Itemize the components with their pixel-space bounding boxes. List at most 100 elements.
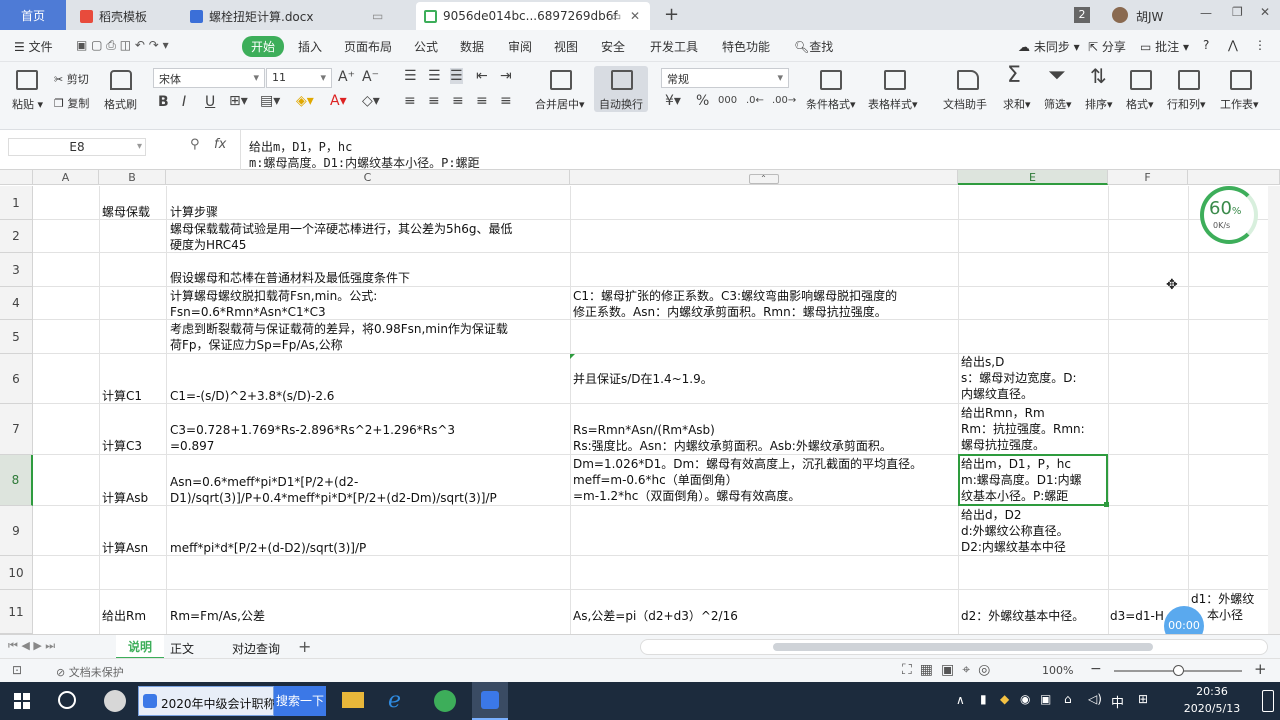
align-right-icon[interactable]: ≡ <box>452 93 464 109</box>
help-button[interactable]: ? <box>1203 38 1209 52</box>
align-bottom-icon[interactable]: ☰ <box>450 68 463 84</box>
taskbar-search-button[interactable]: 搜索一下 <box>274 686 326 716</box>
font-color-icon[interactable]: A▾ <box>330 93 347 109</box>
align-top-icon[interactable]: ☰ <box>404 68 417 84</box>
menu-data[interactable]: 数据 <box>460 38 484 55</box>
vertical-scrollbar[interactable] <box>1268 186 1280 634</box>
zoom-out-icon[interactable]: − <box>1090 661 1102 677</box>
cell-e8-line3[interactable]: 纹基本小径。P:螺距 <box>961 488 1068 504</box>
cell-e9-line2[interactable]: d:外螺纹公称直径。 <box>961 523 1069 539</box>
row-header-9[interactable]: 9 <box>0 506 33 556</box>
sum-button[interactable]: 求和▾ <box>1003 96 1031 112</box>
timer-bubble[interactable]: 00:00 <box>1164 606 1204 634</box>
horizontal-scrollbar[interactable] <box>640 639 1268 655</box>
file-explorer-icon[interactable] <box>342 692 364 708</box>
paste-icon[interactable] <box>16 70 38 90</box>
cell-d8-line3[interactable]: =m-1.2*hc（双面倒角）。螺母有效高度。 <box>573 488 800 504</box>
border-icon[interactable]: ⊞▾ <box>229 93 248 109</box>
menu-page-layout[interactable]: 页面布局 <box>344 38 392 55</box>
cell-c8-line2[interactable]: D1)/sqrt(3)]/P+0.4*meff*pi*D*[P/2+(d2-Dm… <box>170 490 497 506</box>
close-icon[interactable]: ✕ <box>630 9 640 23</box>
volume-icon[interactable]: ◁) <box>1088 692 1102 706</box>
cell-c11[interactable]: Rm=Fm/As,公差 <box>170 608 265 624</box>
worksheet-button[interactable]: 工作表▾ <box>1220 96 1259 112</box>
formula-input[interactable]: 给出m，D1，P，hc m:螺母高度。D1:内螺纹基本小径。P:螺距 <box>240 130 1280 170</box>
copy-button[interactable]: ❐ 复制 <box>54 95 89 111</box>
maximize-icon[interactable]: ❐ <box>1232 5 1243 19</box>
cell-c5-line1[interactable]: 考虑到断裂载荷与保证载荷的差异，将0.98Fsn,min作为保证载 <box>170 321 508 337</box>
row-header-6[interactable]: 6 <box>0 354 33 404</box>
share-button[interactable]: ⇱ 分享 <box>1088 38 1126 55</box>
ie-icon[interactable]: ℯ <box>388 688 401 713</box>
cell-d4-line1[interactable]: C1：螺母扩张的修正系数。C3:螺纹弯曲影响螺母脱扣强度的 <box>573 288 897 304</box>
indent-decrease-icon[interactable]: ⇤ <box>476 68 488 84</box>
cell-e7-line1[interactable]: 给出Rmn，Rm <box>961 405 1045 421</box>
decrease-decimal-icon[interactable]: .00→ <box>772 93 796 109</box>
menu-review[interactable]: 审阅 <box>508 38 532 55</box>
quick-access-icons[interactable]: ▣ ▢ ⎙ ◫ ↶ ↷ ▾ <box>76 38 169 53</box>
search-command[interactable]: 🔍︎查找 <box>794 38 833 55</box>
align-middle-icon[interactable]: ☰ <box>428 68 441 84</box>
row-header-7[interactable]: 7 <box>0 404 33 455</box>
zoom-slider-thumb[interactable] <box>1173 665 1184 676</box>
file-menu[interactable]: ☰ 文件 <box>14 38 53 55</box>
cell-e6-line1[interactable]: 给出s,D <box>961 354 1004 370</box>
cell-d4-line2[interactable]: 修正系数。Asn：内螺纹承剪面积。Rmn：螺母抗拉强度。 <box>573 304 887 320</box>
italic-icon[interactable]: I <box>182 94 186 110</box>
mic-icon[interactable]: ▮ <box>980 692 987 706</box>
fx-icon[interactable]: fx <box>214 137 226 152</box>
cell-e6-line3[interactable]: 内螺纹直径。 <box>961 386 1033 402</box>
zoom-in-icon[interactable]: + <box>1254 660 1267 678</box>
collapse-ribbon-icon[interactable]: ⋀ <box>1228 38 1238 52</box>
cell-e8-line1[interactable]: 给出m，D1，P，hc <box>961 456 1071 472</box>
cell-c1[interactable]: 计算步骤 <box>170 204 218 220</box>
monitor-icon[interactable]: ▭ <box>372 9 383 23</box>
zoom-formula-icon[interactable]: ⚲ <box>190 137 200 152</box>
cell-c5-line2[interactable]: 荷Fp，保证应力Sp=Fp/As,公称 <box>170 337 343 353</box>
cell-d8-line2[interactable]: meff=m-0.6*hc（单面倒角） <box>573 472 738 488</box>
indent-increase-icon[interactable]: ⇥ <box>500 68 512 84</box>
close-window-icon[interactable]: ✕ <box>1260 5 1270 19</box>
row-header-11[interactable]: 11 <box>0 590 33 634</box>
table-style-icon[interactable] <box>884 70 906 90</box>
sort-icon[interactable]: ⇅ <box>1090 66 1107 86</box>
name-box[interactable]: E8 ▾ <box>8 138 146 156</box>
cell-b6[interactable]: 计算C1 <box>102 388 142 404</box>
wps-taskbar-button[interactable] <box>472 682 508 720</box>
tray-app-icon[interactable]: ◆ <box>1000 692 1009 706</box>
cell-c7-line1[interactable]: C3=0.728+1.769*Rs-2.896*Rs^2+1.296*Rs^3 <box>170 422 455 438</box>
worksheet-icon[interactable] <box>1230 70 1252 90</box>
cell-c3[interactable]: 假设螺母和芯棒在普通材料及最低强度条件下 <box>170 270 410 286</box>
row-header-5[interactable]: 5 <box>0 320 33 354</box>
cell-e8-line2[interactable]: m:螺母高度。D1:内螺 <box>961 472 1082 488</box>
thousands-icon[interactable]: 000 <box>718 93 737 109</box>
column-header-e[interactable]: E <box>958 170 1108 185</box>
column-header-g[interactable] <box>1188 170 1280 185</box>
format-icon[interactable] <box>1130 70 1152 90</box>
menu-insert[interactable]: 插入 <box>298 38 322 55</box>
fill-handle[interactable] <box>1104 502 1109 507</box>
menu-home[interactable]: 开始 <box>242 36 285 57</box>
search-circle-icon[interactable] <box>58 691 76 709</box>
cell-d6[interactable]: 并且保证s/D在1.4~1.9。 <box>573 371 713 387</box>
cell-c4-line1[interactable]: 计算螺母螺纹脱扣载荷Fsn,min。公式: <box>170 288 377 304</box>
select-all-corner[interactable] <box>0 170 33 185</box>
merge-center-button[interactable]: 合并居中▾ <box>535 96 585 112</box>
network-icon[interactable]: ⌂ <box>1064 692 1072 706</box>
cell-d7-line2[interactable]: Rs:强度比。Asn：内螺纹承剪面积。Asb:外螺纹承剪面积。 <box>573 438 892 454</box>
add-sheet-icon[interactable]: + <box>298 637 311 656</box>
user-name[interactable]: 胡JW <box>1136 8 1163 25</box>
notification-icon[interactable] <box>1262 690 1274 712</box>
cell-e7-line2[interactable]: Rm：抗拉强度。Rmn: <box>961 421 1085 437</box>
paste-button[interactable]: 粘贴 ▾ <box>12 96 43 112</box>
cond-format-button[interactable]: 条件格式▾ <box>806 96 856 112</box>
taskbar-app-button[interactable]: 2020年中级会计职称 <box>138 686 276 716</box>
format-painter-button[interactable]: 格式刷 <box>104 96 137 112</box>
360-browser-icon[interactable] <box>434 690 456 712</box>
column-header-d[interactable]: ⌃ <box>570 170 958 185</box>
row-header-2[interactable]: 2 <box>0 220 33 253</box>
tab-home[interactable]: 首页 <box>0 0 66 30</box>
protect-status[interactable]: ⊘ 文档未保护 <box>56 664 124 680</box>
filter-button[interactable]: 筛选▾ <box>1044 96 1072 112</box>
cell-g11-line2[interactable]: 本小径 <box>1207 607 1243 623</box>
